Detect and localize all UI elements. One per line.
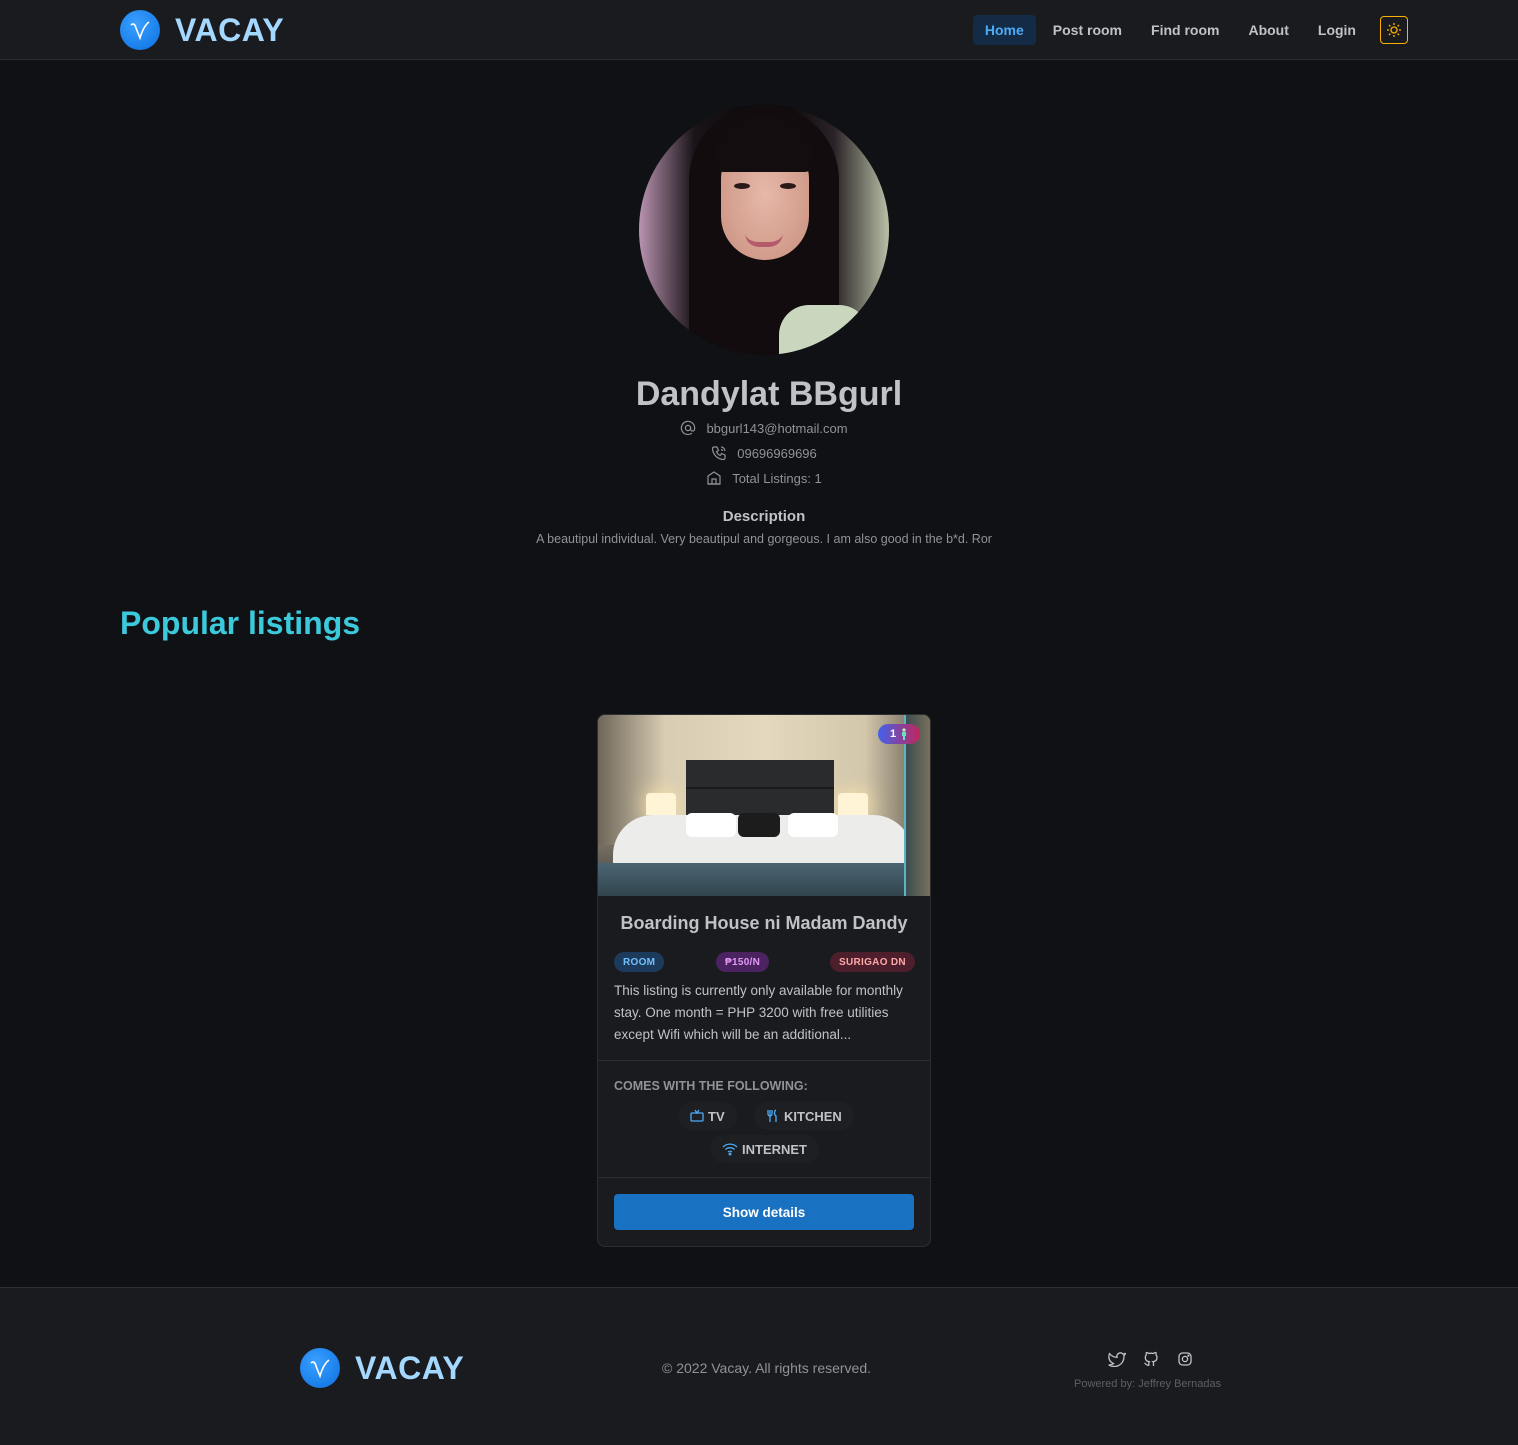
github-icon[interactable] [1140, 1348, 1162, 1370]
listing-description: This listing is currently only available… [614, 983, 903, 1042]
main-nav: Home Post room Find room About Login [968, 15, 1408, 45]
v-logo-icon [300, 1348, 340, 1388]
nav-login[interactable]: Login [1306, 15, 1368, 45]
twitter-icon[interactable] [1106, 1348, 1128, 1370]
profile-listings-row: Total Listings: 1 [0, 470, 1518, 486]
tools-kitchen-icon [766, 1109, 780, 1123]
profile-email-row: bbgurl143@hotmail.com [0, 420, 1518, 436]
footer-brand-name: VACAY [355, 1349, 465, 1386]
description-title: Description [722, 508, 806, 525]
type-badge: ROOM [614, 952, 665, 972]
nav-home[interactable]: Home [972, 15, 1036, 45]
instagram-icon[interactable] [1174, 1348, 1196, 1370]
divider [598, 1060, 930, 1061]
feature-internet: INTERNET [710, 1135, 819, 1163]
feature-tv: TV [678, 1102, 737, 1130]
phone-call-icon [711, 445, 727, 461]
brand-name: VACAY [175, 11, 285, 48]
nav-find-room[interactable]: Find room [1139, 15, 1231, 45]
brand-logo[interactable]: VACAY [120, 10, 284, 50]
footer-logo[interactable]: VACAY [300, 1348, 464, 1388]
location-badge: SURIGAO DN [830, 952, 915, 972]
building-icon [706, 470, 722, 486]
profile-phone-row: 09696969696 [0, 445, 1518, 461]
copyright-text: © 2022 Vacay. All rights reserved. [662, 1360, 872, 1376]
description-text: A beautipul individual. Very beautipul a… [536, 532, 992, 546]
theme-toggle-button[interactable] [1380, 16, 1408, 44]
nav-about[interactable]: About [1236, 15, 1300, 45]
v-logo-icon [120, 10, 160, 50]
at-icon [680, 420, 696, 436]
listing-card: 1 Boarding House ni Madam Dandy ROOM ₱15… [597, 714, 931, 1247]
profile-email: bbgurl143@hotmail.com [706, 420, 848, 436]
nav-post-room[interactable]: Post room [1041, 15, 1134, 45]
social-links [1106, 1348, 1208, 1370]
footer: VACAY © 2022 Vacay. All rights reserved.… [0, 1287, 1518, 1445]
divider [598, 1177, 930, 1178]
profile-total-listings: Total Listings: 1 [732, 470, 822, 486]
features-title: COMES WITH THE FOLLOWING: [614, 1079, 808, 1093]
sun-icon [1387, 23, 1401, 37]
occupancy-badge: 1 [878, 724, 920, 744]
feature-kitchen: KITCHEN [754, 1102, 854, 1130]
listing-image[interactable]: 1 [598, 715, 930, 896]
header: VACAY Home Post room Find room About Log… [0, 0, 1518, 60]
person-icon [900, 728, 908, 740]
powered-by-text: Powered by: Jeffrey Bernadas [1074, 1378, 1222, 1390]
profile-phone: 09696969696 [737, 445, 817, 461]
profile-name: Dandylat BBgurl [635, 375, 903, 413]
listing-title: Boarding House ni Madam Dandy [620, 913, 908, 933]
tv-icon [690, 1109, 704, 1123]
show-details-button[interactable]: Show details [614, 1194, 914, 1230]
price-badge: ₱150/N [716, 952, 770, 972]
wifi-icon [722, 1142, 738, 1156]
section-title: Popular listings [120, 605, 361, 641]
profile-avatar [639, 105, 889, 355]
